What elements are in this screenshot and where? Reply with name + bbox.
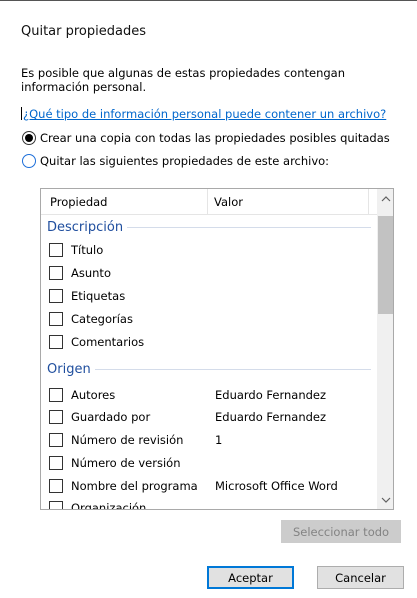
radio-remove-properties[interactable]	[22, 154, 36, 168]
checkbox-asunto[interactable]	[49, 266, 63, 280]
remove-properties-dialog: Quitar propiedades Es posible que alguna…	[0, 0, 417, 598]
scrollbar-thumb[interactable]	[378, 216, 393, 314]
property-label: Guardado por	[71, 410, 151, 424]
option-remove-properties[interactable]: Quitar las siguientes propiedades de est…	[22, 154, 329, 168]
property-row-autores[interactable]: Autores Eduardo Fernandez	[49, 386, 375, 404]
checkbox-titulo[interactable]	[49, 243, 63, 257]
group-label: Origen	[47, 361, 91, 377]
dialog-description: Es posible que algunas de estas propieda…	[21, 66, 345, 94]
property-value: 1	[215, 433, 223, 447]
cancel-button[interactable]: Cancelar	[317, 566, 404, 589]
property-row-titulo[interactable]: Título	[49, 241, 375, 259]
property-row-organizacion[interactable]: Organización	[49, 499, 375, 510]
column-divider[interactable]	[368, 189, 369, 215]
group-label: Descripción	[47, 219, 124, 235]
group-divider	[127, 226, 371, 228]
vertical-scrollbar[interactable]	[377, 189, 393, 509]
property-label: Autores	[71, 388, 116, 402]
option-create-copy[interactable]: Crear una copia con todas las propiedade…	[22, 131, 390, 145]
property-row-numero-revision[interactable]: Número de revisión 1	[49, 431, 375, 449]
checkbox-numero-version[interactable]	[49, 456, 63, 470]
group-header-origin: Origen	[47, 360, 377, 378]
checkbox-numero-revision[interactable]	[49, 433, 63, 447]
property-row-comentarios[interactable]: Comentarios	[49, 333, 375, 351]
property-row-categorias[interactable]: Categorías	[49, 310, 375, 328]
property-row-etiquetas[interactable]: Etiquetas	[49, 287, 375, 305]
property-label: Categorías	[71, 312, 133, 326]
checkbox-nombre-programa[interactable]	[49, 479, 63, 493]
checkbox-categorias[interactable]	[49, 312, 63, 326]
property-value: Microsoft Office Word	[215, 479, 338, 493]
option-remove-properties-label: Quitar las siguientes propiedades de est…	[40, 154, 330, 168]
radio-create-copy[interactable]	[22, 131, 36, 145]
property-label: Comentarios	[71, 335, 145, 349]
property-row-guardado-por[interactable]: Guardado por Eduardo Fernandez	[49, 408, 375, 426]
property-value: Eduardo Fernandez	[215, 410, 327, 424]
help-link-text[interactable]: ¿Qué tipo de información personal puede …	[23, 107, 386, 121]
column-header-property[interactable]: Propiedad	[50, 195, 107, 209]
select-all-button[interactable]: Seleccionar todo	[281, 520, 401, 543]
property-list[interactable]: Propiedad Valor Descripción Título Asunt…	[40, 188, 394, 510]
top-divider	[0, 0, 417, 1]
property-label: Etiquetas	[71, 289, 126, 303]
property-label: Asunto	[71, 266, 111, 280]
property-row-nombre-programa[interactable]: Nombre del programa Microsoft Office Wor…	[49, 477, 375, 495]
group-divider	[94, 368, 371, 370]
option-create-copy-label: Crear una copia con todas las propiedade…	[40, 131, 390, 145]
personal-info-help-link[interactable]: ¿Qué tipo de información personal puede …	[21, 107, 386, 121]
list-header: Propiedad Valor	[41, 189, 377, 215]
accept-button[interactable]: Aceptar	[207, 566, 294, 589]
dialog-title: Quitar propiedades	[21, 24, 146, 39]
property-label: Título	[71, 243, 104, 257]
chevron-up-icon[interactable]	[377, 190, 393, 207]
property-value: Eduardo Fernandez	[215, 388, 327, 402]
column-header-value[interactable]: Valor	[214, 195, 243, 209]
property-label: Número de revisión	[71, 433, 184, 447]
checkbox-guardado-por[interactable]	[49, 410, 63, 424]
property-row-numero-version[interactable]: Número de versión	[49, 454, 375, 472]
property-label: Organización	[71, 501, 147, 510]
focus-caret	[21, 107, 22, 120]
property-label: Nombre del programa	[71, 479, 198, 493]
property-row-asunto[interactable]: Asunto	[49, 264, 375, 282]
chevron-down-icon[interactable]	[377, 491, 393, 508]
checkbox-organizacion[interactable]	[49, 501, 63, 509]
column-divider[interactable]	[207, 189, 208, 215]
group-header-description: Descripción	[47, 218, 377, 236]
checkbox-etiquetas[interactable]	[49, 289, 63, 303]
checkbox-autores[interactable]	[49, 388, 63, 402]
checkbox-comentarios[interactable]	[49, 335, 63, 349]
property-label: Número de versión	[71, 456, 181, 470]
